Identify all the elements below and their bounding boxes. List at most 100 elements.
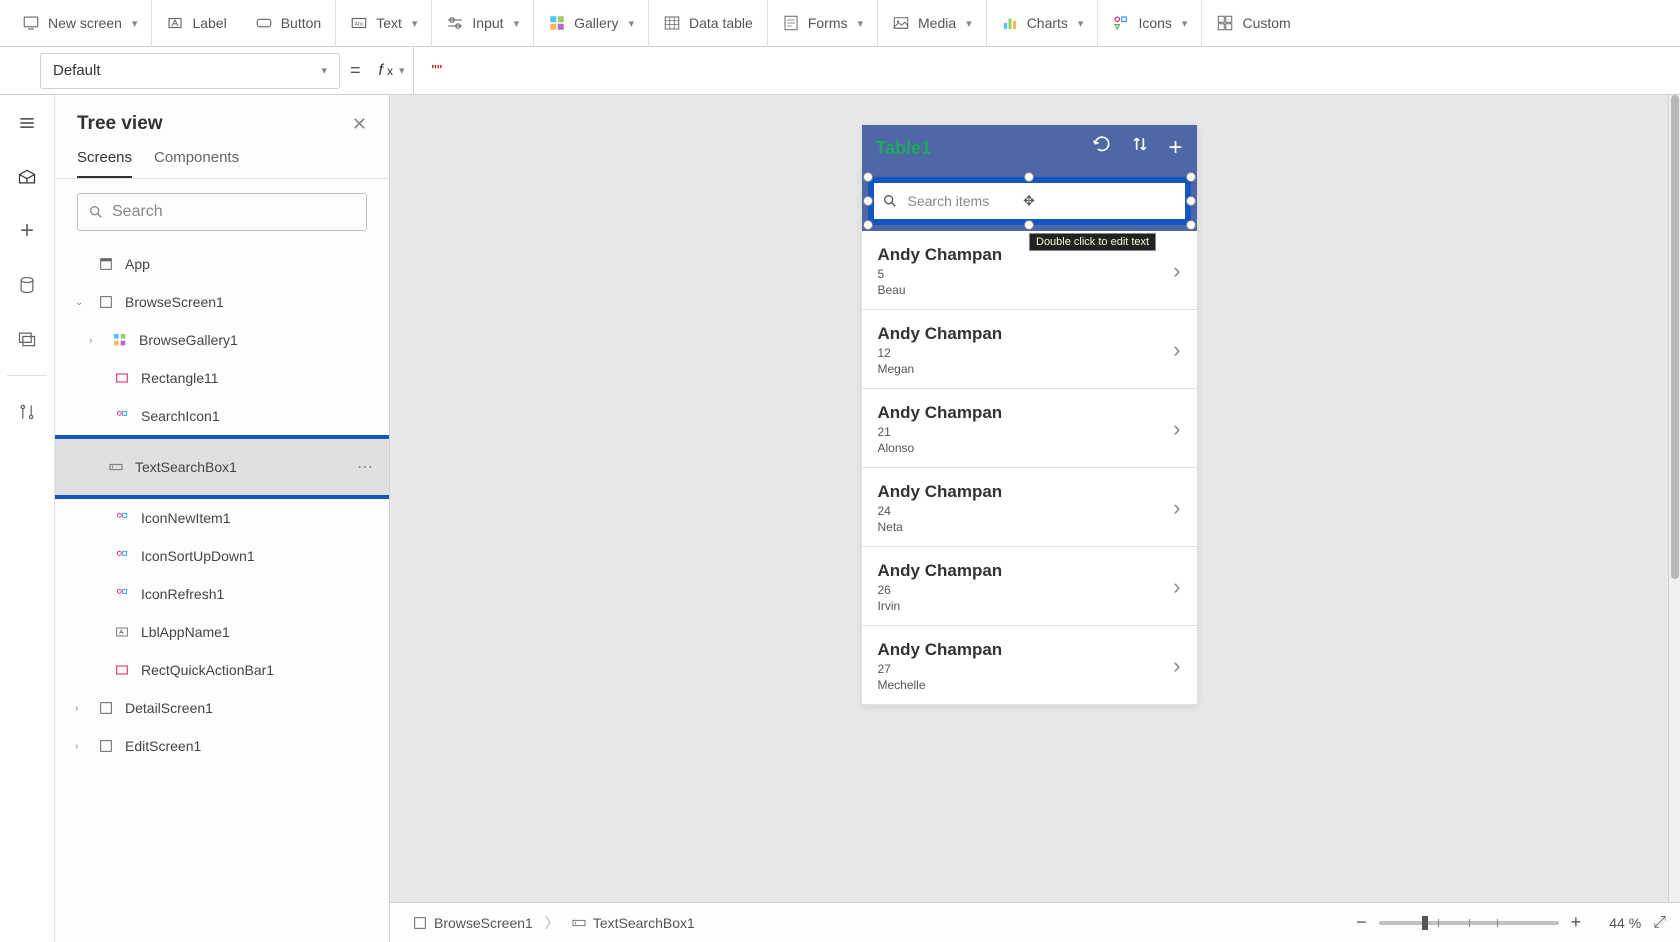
resize-handle[interactable] xyxy=(1186,220,1196,230)
resize-handle[interactable] xyxy=(1186,196,1196,206)
more-options-button[interactable]: ⋯ xyxy=(357,457,375,477)
zoom-slider-thumb[interactable] xyxy=(1422,916,1428,930)
tree-item-searchicon1[interactable]: SearchIcon1 xyxy=(55,397,389,435)
media-label: Media xyxy=(918,15,956,31)
equals-icon: = xyxy=(350,60,361,81)
icon-icon xyxy=(113,408,131,424)
resize-handle[interactable] xyxy=(863,172,873,182)
expand-icon[interactable]: › xyxy=(89,335,101,346)
tab-components[interactable]: Components xyxy=(154,149,239,178)
custom-icon xyxy=(1216,14,1234,32)
chevron-down-icon: ▾ xyxy=(1078,17,1084,30)
chevron-right-icon[interactable]: › xyxy=(1173,416,1180,442)
tree-item-label: TextSearchBox1 xyxy=(135,459,237,475)
tree-item-detailscreen1[interactable]: › DetailScreen1 xyxy=(55,689,389,727)
gallery-item[interactable]: Andy Champan27Mechelle› xyxy=(862,626,1197,705)
add-icon[interactable]: + xyxy=(1168,134,1182,162)
resize-handle[interactable] xyxy=(863,196,873,206)
input-label: Input xyxy=(472,15,503,31)
fit-to-screen-button[interactable]: ⤢ xyxy=(1653,914,1666,932)
chevron-right-icon[interactable]: › xyxy=(1173,495,1180,521)
tree-item-app[interactable]: App xyxy=(55,245,389,283)
input-button[interactable]: Input ▾ xyxy=(432,0,534,46)
canvas-area: Table1 + Search items ✥ xyxy=(390,95,1680,942)
chevron-right-icon[interactable]: › xyxy=(1173,574,1180,600)
text-button[interactable]: Abc Text ▾ xyxy=(336,0,432,46)
rail-hamburger[interactable] xyxy=(7,103,47,143)
expand-icon[interactable]: › xyxy=(75,703,87,714)
media-button[interactable]: Media ▾ xyxy=(878,0,987,46)
charts-button[interactable]: Charts ▾ xyxy=(987,0,1099,46)
tree-search-input[interactable]: Search xyxy=(77,193,367,231)
new-screen-button[interactable]: New screen ▾ xyxy=(8,0,152,46)
resize-handle[interactable] xyxy=(1186,172,1196,182)
edit-tooltip: Double click to edit text xyxy=(1029,233,1156,251)
resize-handle[interactable] xyxy=(1024,172,1034,182)
rail-data[interactable] xyxy=(7,265,47,305)
search-icon xyxy=(88,204,104,220)
fx-button[interactable]: fx ▾ xyxy=(371,47,414,94)
chevron-down-icon: ▾ xyxy=(321,64,327,77)
gallery-item-title: Andy Champan xyxy=(878,640,1003,660)
chevron-right-icon[interactable]: › xyxy=(1173,337,1180,363)
gallery-item[interactable]: Andy Champan26Irvin› xyxy=(862,547,1197,626)
tree-item-iconnewitem1[interactable]: IconNewItem1 xyxy=(55,499,389,537)
gallery-item[interactable]: Andy Champan12Megan› xyxy=(862,310,1197,389)
rail-advanced[interactable] xyxy=(7,392,47,432)
tree-item-rectquickactionbar1[interactable]: RectQuickActionBar1 xyxy=(55,651,389,689)
breadcrumb-screen[interactable]: BrowseScreen1 xyxy=(404,911,541,935)
rail-treeview[interactable] xyxy=(7,157,47,197)
gallery-item-title: Andy Champan xyxy=(878,403,1003,423)
tree-item-rectangle11[interactable]: Rectangle11 xyxy=(55,359,389,397)
label-button[interactable]: Label xyxy=(152,0,240,46)
refresh-icon[interactable] xyxy=(1092,134,1112,162)
icons-button[interactable]: Icons ▾ xyxy=(1098,0,1202,46)
datatable-button[interactable]: Data table xyxy=(649,0,768,46)
expand-icon[interactable]: › xyxy=(75,741,87,752)
collapse-icon[interactable]: ⌄ xyxy=(75,297,87,308)
textinput-icon xyxy=(107,459,125,475)
search-input[interactable]: Search items ✥ Double click to xyxy=(872,181,1187,221)
property-select[interactable]: Default ▾ xyxy=(40,53,340,89)
formula-value[interactable]: "" xyxy=(424,62,443,79)
tree-item-label: RectQuickActionBar1 xyxy=(141,662,274,678)
scrollbar-thumb[interactable] xyxy=(1671,95,1679,579)
phone-preview[interactable]: Table1 + Search items ✥ xyxy=(862,125,1197,705)
breadcrumb-control[interactable]: TextSearchBox1 xyxy=(563,911,703,935)
screen-icon xyxy=(97,700,115,716)
text-icon: Abc xyxy=(350,14,368,32)
gallery-item-sub1: 24 xyxy=(878,504,1003,518)
tree-item-browsegallery1[interactable]: › BrowseGallery1 xyxy=(55,321,389,359)
property-name: Default xyxy=(53,62,101,79)
tab-screens[interactable]: Screens xyxy=(77,149,132,178)
button-button[interactable]: Button xyxy=(241,0,336,46)
resize-handle[interactable] xyxy=(1024,220,1034,230)
tree-item-iconrefresh1[interactable]: IconRefresh1 xyxy=(55,575,389,613)
gallery-item[interactable]: Andy Champan21Alonso› xyxy=(862,389,1197,468)
chevron-right-icon[interactable]: › xyxy=(1173,258,1180,284)
forms-icon xyxy=(782,14,800,32)
tree-item-lblappname1[interactable]: LblAppName1 xyxy=(55,613,389,651)
tree-list: App ⌄ BrowseScreen1 › BrowseGallery1 Rec… xyxy=(55,245,389,942)
gallery-icon xyxy=(111,332,129,348)
tree-item-textsearchbox1[interactable]: TextSearchBox1 ⋯ xyxy=(55,439,389,495)
vertical-scrollbar[interactable] xyxy=(1668,95,1680,902)
tree-item-editscreen1[interactable]: › EditScreen1 xyxy=(55,727,389,765)
custom-button[interactable]: Custom xyxy=(1202,0,1304,46)
breadcrumb-label: BrowseScreen1 xyxy=(434,915,533,931)
chevron-right-icon[interactable]: › xyxy=(1173,653,1180,679)
close-panel-button[interactable]: ✕ xyxy=(352,114,367,135)
zoom-out-button[interactable]: − xyxy=(1356,912,1367,933)
resize-handle[interactable] xyxy=(863,220,873,230)
gallery-button[interactable]: Gallery ▾ xyxy=(534,0,649,46)
gallery-item-sub1: 5 xyxy=(878,267,1003,281)
gallery-item[interactable]: Andy Champan24Neta› xyxy=(862,468,1197,547)
tree-item-iconsortupdown1[interactable]: IconSortUpDown1 xyxy=(55,537,389,575)
tree-item-browsescreen1[interactable]: ⌄ BrowseScreen1 xyxy=(55,283,389,321)
zoom-in-button[interactable]: + xyxy=(1571,912,1582,933)
rail-add[interactable]: + xyxy=(7,211,47,251)
rail-media[interactable] xyxy=(7,319,47,359)
zoom-slider[interactable] xyxy=(1379,921,1559,925)
sort-icon[interactable] xyxy=(1130,134,1150,162)
forms-button[interactable]: Forms ▾ xyxy=(768,0,878,46)
